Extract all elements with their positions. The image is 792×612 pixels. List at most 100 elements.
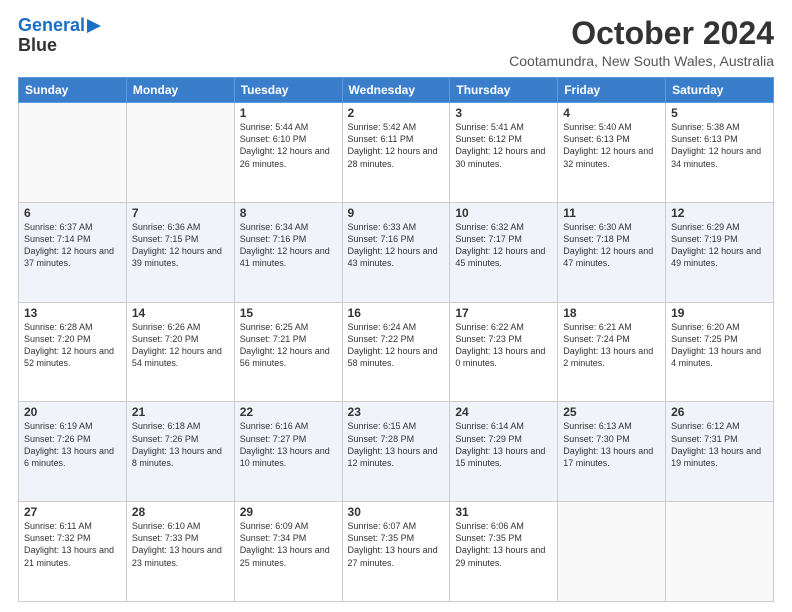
day-number: 18 xyxy=(563,306,660,320)
day-info: Sunrise: 5:41 AM Sunset: 6:12 PM Dayligh… xyxy=(455,121,552,170)
day-number: 21 xyxy=(132,405,229,419)
calendar-week-row: 1Sunrise: 5:44 AM Sunset: 6:10 PM Daylig… xyxy=(19,103,774,203)
day-number: 9 xyxy=(348,206,445,220)
table-row: 14Sunrise: 6:26 AM Sunset: 7:20 PM Dayli… xyxy=(126,302,234,402)
table-row xyxy=(126,103,234,203)
table-row: 21Sunrise: 6:18 AM Sunset: 7:26 PM Dayli… xyxy=(126,402,234,502)
day-number: 13 xyxy=(24,306,121,320)
day-number: 31 xyxy=(455,505,552,519)
col-friday: Friday xyxy=(558,78,666,103)
day-info: Sunrise: 6:13 AM Sunset: 7:30 PM Dayligh… xyxy=(563,420,660,469)
table-row: 9Sunrise: 6:33 AM Sunset: 7:16 PM Daylig… xyxy=(342,202,450,302)
day-number: 28 xyxy=(132,505,229,519)
month-year-title: October 2024 xyxy=(509,16,774,51)
day-info: Sunrise: 6:07 AM Sunset: 7:35 PM Dayligh… xyxy=(348,520,445,569)
day-info: Sunrise: 5:38 AM Sunset: 6:13 PM Dayligh… xyxy=(671,121,768,170)
calendar-header-row: Sunday Monday Tuesday Wednesday Thursday… xyxy=(19,78,774,103)
table-row: 28Sunrise: 6:10 AM Sunset: 7:33 PM Dayli… xyxy=(126,502,234,602)
day-number: 6 xyxy=(24,206,121,220)
table-row: 25Sunrise: 6:13 AM Sunset: 7:30 PM Dayli… xyxy=(558,402,666,502)
calendar-table: Sunday Monday Tuesday Wednesday Thursday… xyxy=(18,77,774,602)
table-row: 17Sunrise: 6:22 AM Sunset: 7:23 PM Dayli… xyxy=(450,302,558,402)
day-number: 8 xyxy=(240,206,337,220)
location-subtitle: Cootamundra, New South Wales, Australia xyxy=(509,53,774,69)
day-number: 30 xyxy=(348,505,445,519)
day-number: 12 xyxy=(671,206,768,220)
table-row: 31Sunrise: 6:06 AM Sunset: 7:35 PM Dayli… xyxy=(450,502,558,602)
table-row: 18Sunrise: 6:21 AM Sunset: 7:24 PM Dayli… xyxy=(558,302,666,402)
day-info: Sunrise: 6:20 AM Sunset: 7:25 PM Dayligh… xyxy=(671,321,768,370)
day-info: Sunrise: 6:25 AM Sunset: 7:21 PM Dayligh… xyxy=(240,321,337,370)
day-info: Sunrise: 6:12 AM Sunset: 7:31 PM Dayligh… xyxy=(671,420,768,469)
page: General Blue October 2024 Cootamundra, N… xyxy=(0,0,792,612)
day-info: Sunrise: 6:28 AM Sunset: 7:20 PM Dayligh… xyxy=(24,321,121,370)
table-row: 24Sunrise: 6:14 AM Sunset: 7:29 PM Dayli… xyxy=(450,402,558,502)
table-row: 4Sunrise: 5:40 AM Sunset: 6:13 PM Daylig… xyxy=(558,103,666,203)
table-row xyxy=(558,502,666,602)
table-row: 6Sunrise: 6:37 AM Sunset: 7:14 PM Daylig… xyxy=(19,202,127,302)
logo-text: General xyxy=(18,16,85,36)
day-number: 17 xyxy=(455,306,552,320)
table-row: 11Sunrise: 6:30 AM Sunset: 7:18 PM Dayli… xyxy=(558,202,666,302)
logo-general: General xyxy=(18,15,85,35)
logo-blue: Blue xyxy=(18,36,57,56)
table-row: 22Sunrise: 6:16 AM Sunset: 7:27 PM Dayli… xyxy=(234,402,342,502)
day-info: Sunrise: 6:06 AM Sunset: 7:35 PM Dayligh… xyxy=(455,520,552,569)
calendar-week-row: 27Sunrise: 6:11 AM Sunset: 7:32 PM Dayli… xyxy=(19,502,774,602)
table-row: 10Sunrise: 6:32 AM Sunset: 7:17 PM Dayli… xyxy=(450,202,558,302)
day-info: Sunrise: 6:32 AM Sunset: 7:17 PM Dayligh… xyxy=(455,221,552,270)
day-number: 11 xyxy=(563,206,660,220)
table-row: 16Sunrise: 6:24 AM Sunset: 7:22 PM Dayli… xyxy=(342,302,450,402)
day-info: Sunrise: 6:22 AM Sunset: 7:23 PM Dayligh… xyxy=(455,321,552,370)
day-info: Sunrise: 6:30 AM Sunset: 7:18 PM Dayligh… xyxy=(563,221,660,270)
day-number: 29 xyxy=(240,505,337,519)
col-tuesday: Tuesday xyxy=(234,78,342,103)
day-number: 3 xyxy=(455,106,552,120)
table-row: 15Sunrise: 6:25 AM Sunset: 7:21 PM Dayli… xyxy=(234,302,342,402)
day-info: Sunrise: 6:19 AM Sunset: 7:26 PM Dayligh… xyxy=(24,420,121,469)
day-info: Sunrise: 5:42 AM Sunset: 6:11 PM Dayligh… xyxy=(348,121,445,170)
day-info: Sunrise: 6:15 AM Sunset: 7:28 PM Dayligh… xyxy=(348,420,445,469)
day-number: 14 xyxy=(132,306,229,320)
day-info: Sunrise: 6:26 AM Sunset: 7:20 PM Dayligh… xyxy=(132,321,229,370)
table-row: 26Sunrise: 6:12 AM Sunset: 7:31 PM Dayli… xyxy=(666,402,774,502)
day-number: 24 xyxy=(455,405,552,419)
day-number: 1 xyxy=(240,106,337,120)
day-info: Sunrise: 6:11 AM Sunset: 7:32 PM Dayligh… xyxy=(24,520,121,569)
day-info: Sunrise: 6:10 AM Sunset: 7:33 PM Dayligh… xyxy=(132,520,229,569)
table-row: 3Sunrise: 5:41 AM Sunset: 6:12 PM Daylig… xyxy=(450,103,558,203)
table-row xyxy=(666,502,774,602)
day-number: 5 xyxy=(671,106,768,120)
day-number: 10 xyxy=(455,206,552,220)
day-number: 19 xyxy=(671,306,768,320)
day-info: Sunrise: 6:24 AM Sunset: 7:22 PM Dayligh… xyxy=(348,321,445,370)
day-info: Sunrise: 6:14 AM Sunset: 7:29 PM Dayligh… xyxy=(455,420,552,469)
logo: General Blue xyxy=(18,16,103,56)
day-info: Sunrise: 5:40 AM Sunset: 6:13 PM Dayligh… xyxy=(563,121,660,170)
day-number: 25 xyxy=(563,405,660,419)
table-row: 19Sunrise: 6:20 AM Sunset: 7:25 PM Dayli… xyxy=(666,302,774,402)
calendar-week-row: 6Sunrise: 6:37 AM Sunset: 7:14 PM Daylig… xyxy=(19,202,774,302)
day-info: Sunrise: 6:36 AM Sunset: 7:15 PM Dayligh… xyxy=(132,221,229,270)
day-number: 27 xyxy=(24,505,121,519)
day-info: Sunrise: 6:33 AM Sunset: 7:16 PM Dayligh… xyxy=(348,221,445,270)
day-info: Sunrise: 6:21 AM Sunset: 7:24 PM Dayligh… xyxy=(563,321,660,370)
table-row xyxy=(19,103,127,203)
day-info: Sunrise: 6:37 AM Sunset: 7:14 PM Dayligh… xyxy=(24,221,121,270)
table-row: 23Sunrise: 6:15 AM Sunset: 7:28 PM Dayli… xyxy=(342,402,450,502)
header: General Blue October 2024 Cootamundra, N… xyxy=(18,16,774,69)
day-number: 7 xyxy=(132,206,229,220)
table-row: 1Sunrise: 5:44 AM Sunset: 6:10 PM Daylig… xyxy=(234,103,342,203)
table-row: 29Sunrise: 6:09 AM Sunset: 7:34 PM Dayli… xyxy=(234,502,342,602)
table-row: 30Sunrise: 6:07 AM Sunset: 7:35 PM Dayli… xyxy=(342,502,450,602)
table-row: 2Sunrise: 5:42 AM Sunset: 6:11 PM Daylig… xyxy=(342,103,450,203)
day-number: 2 xyxy=(348,106,445,120)
logo-arrow-icon xyxy=(85,17,103,35)
table-row: 12Sunrise: 6:29 AM Sunset: 7:19 PM Dayli… xyxy=(666,202,774,302)
table-row: 5Sunrise: 5:38 AM Sunset: 6:13 PM Daylig… xyxy=(666,103,774,203)
col-saturday: Saturday xyxy=(666,78,774,103)
title-block: October 2024 Cootamundra, New South Wale… xyxy=(509,16,774,69)
day-info: Sunrise: 6:29 AM Sunset: 7:19 PM Dayligh… xyxy=(671,221,768,270)
table-row: 13Sunrise: 6:28 AM Sunset: 7:20 PM Dayli… xyxy=(19,302,127,402)
day-number: 22 xyxy=(240,405,337,419)
